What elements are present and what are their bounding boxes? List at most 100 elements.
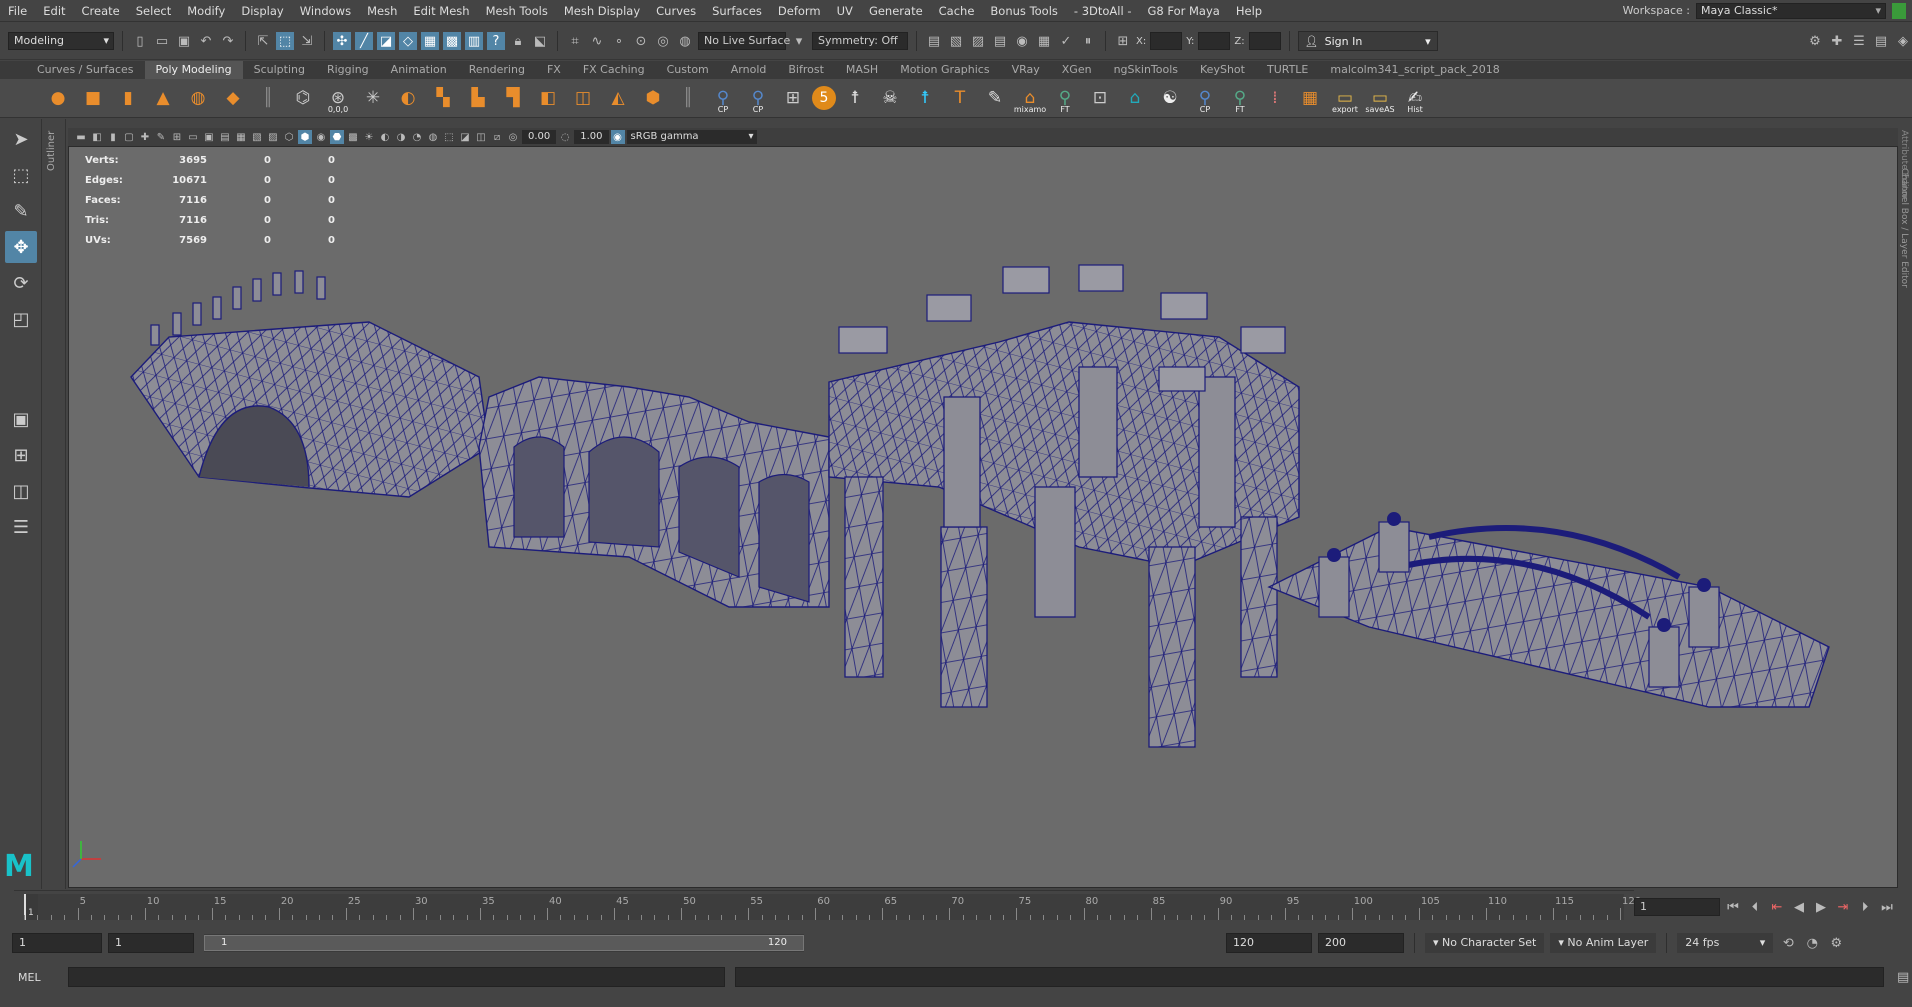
- poly-disc-icon[interactable]: ⌬: [287, 82, 319, 114]
- menu-mesh-tools[interactable]: Mesh Tools: [478, 4, 556, 18]
- render-frame-icon[interactable]: ▤: [925, 32, 943, 50]
- ipr-render-icon[interactable]: ▨: [969, 32, 987, 50]
- menu-3dtoall[interactable]: - 3DtoAll -: [1066, 4, 1140, 18]
- menu-windows[interactable]: Windows: [292, 4, 359, 18]
- tab-sculpting[interactable]: Sculpting: [243, 61, 316, 79]
- poly-cube-icon[interactable]: ■: [77, 82, 109, 114]
- poly-sphere-icon[interactable]: ●: [42, 82, 74, 114]
- modeling-toolkit-icon[interactable]: ⚙: [1806, 32, 1824, 50]
- mixamo-icon[interactable]: ⌂ mixamo: [1014, 82, 1046, 114]
- film-gate-icon[interactable]: ▭: [186, 130, 200, 144]
- go-to-end-icon[interactable]: ⏭︎: [1878, 898, 1896, 916]
- workspace-toggle-icon[interactable]: [1892, 2, 1906, 19]
- skull-icon[interactable]: ☠: [874, 82, 906, 114]
- scale-tool-icon[interactable]: ◰: [5, 303, 37, 335]
- loop-icon[interactable]: ⟲: [1779, 934, 1797, 952]
- misc-mode-icon[interactable]: ▥: [465, 32, 483, 50]
- step-forward-icon[interactable]: ⏵︎: [1856, 898, 1874, 916]
- outliner-collapsed[interactable]: Outliner: [42, 119, 66, 889]
- transform-mode-icon[interactable]: ⊞: [1114, 32, 1132, 50]
- menu-mesh[interactable]: Mesh: [359, 4, 405, 18]
- snap-projected-icon[interactable]: ⊙: [632, 32, 650, 50]
- menu-mesh-display[interactable]: Mesh Display: [556, 4, 648, 18]
- redo-icon[interactable]: ↷: [219, 32, 237, 50]
- menu-display[interactable]: Display: [233, 4, 291, 18]
- new-scene-icon[interactable]: ▯: [131, 32, 149, 50]
- combine-icon[interactable]: ◐: [392, 82, 424, 114]
- open-scene-icon[interactable]: ▭: [153, 32, 171, 50]
- bridge-icon[interactable]: ▜: [497, 82, 529, 114]
- anti-alias-icon[interactable]: ◍: [426, 130, 440, 144]
- ft-icon[interactable]: ⚲ FT: [1049, 82, 1081, 114]
- saveas-icon[interactable]: ▭ saveAS: [1364, 82, 1396, 114]
- menu-surfaces[interactable]: Surfaces: [704, 4, 770, 18]
- joint-icon[interactable]: ☨: [909, 82, 941, 114]
- bool-icon[interactable]: ◫: [567, 82, 599, 114]
- tab-fx[interactable]: FX: [536, 61, 572, 79]
- step-forward-key-icon[interactable]: ⇥: [1834, 898, 1852, 916]
- step-back-key-icon[interactable]: ⇤: [1768, 898, 1786, 916]
- poly-cone-icon[interactable]: ▲: [147, 82, 179, 114]
- 2d-pan-icon[interactable]: ✚: [138, 130, 152, 144]
- cubes-icon[interactable]: ▦: [1294, 82, 1326, 114]
- pause-icon[interactable]: ⏸︎: [1079, 32, 1097, 50]
- tab-motion-graphics[interactable]: Motion Graphics: [889, 61, 1000, 79]
- snap-curve-icon[interactable]: ∿: [588, 32, 606, 50]
- select-object-icon[interactable]: ⬚: [276, 32, 294, 50]
- tab-rendering[interactable]: Rendering: [458, 61, 536, 79]
- menu-modify[interactable]: Modify: [179, 4, 233, 18]
- menu-uv[interactable]: UV: [829, 4, 861, 18]
- anim-layer-dropdown[interactable]: ▾ No Anim Layer: [1550, 933, 1657, 953]
- xray-components-icon[interactable]: ⧄: [490, 130, 504, 144]
- viewport-perspective[interactable]: Verts: 3695 0 0 Edges: 10671 0 0 Faces: 7116 0 0 …: [68, 146, 1898, 888]
- gamma-field[interactable]: 1.00: [574, 130, 609, 144]
- textured-icon[interactable]: ▩: [346, 130, 360, 144]
- cp-pivot-icon[interactable]: ⚲ CP: [707, 82, 739, 114]
- wireframe-icon[interactable]: ⬡: [282, 130, 296, 144]
- menu-select[interactable]: Select: [128, 4, 179, 18]
- menu-g8-for-maya[interactable]: G8 For Maya: [1140, 4, 1228, 18]
- multi-mode-icon[interactable]: ▩: [443, 32, 461, 50]
- smooth-shade-icon[interactable]: ⬢: [298, 130, 312, 144]
- face-mode-icon[interactable]: ◪: [377, 32, 395, 50]
- playback-start-field[interactable]: 1: [108, 933, 194, 953]
- wireframe-on-shaded-icon[interactable]: ◉: [314, 130, 328, 144]
- xray-icon[interactable]: ◪: [458, 130, 472, 144]
- select-component-icon[interactable]: ⇲: [298, 32, 316, 50]
- grease-pencil-icon[interactable]: ✎: [154, 130, 168, 144]
- command-input[interactable]: [67, 967, 726, 987]
- snap-view-plane-icon[interactable]: ◎: [654, 32, 672, 50]
- select-tool-icon[interactable]: ➤: [5, 123, 37, 155]
- script-editor-icon[interactable]: ▤: [1894, 968, 1912, 986]
- ft-2-icon[interactable]: ⚲ FT: [1224, 82, 1256, 114]
- animation-end-field[interactable]: 200: [1318, 933, 1404, 953]
- safe-action-icon[interactable]: ▧: [250, 130, 264, 144]
- four-view-icon[interactable]: ⊞: [5, 439, 37, 471]
- tab-mash[interactable]: MASH: [835, 61, 889, 79]
- cp-pivot-3-icon[interactable]: ⚲ CP: [1189, 82, 1221, 114]
- menu-cache[interactable]: Cache: [931, 4, 983, 18]
- character-set-dropdown[interactable]: ▾ No Character Set: [1425, 933, 1545, 953]
- playback-end-field[interactable]: 120: [1226, 933, 1312, 953]
- tab-keyshot[interactable]: KeyShot: [1189, 61, 1256, 79]
- cp-pivot-2-icon[interactable]: ⚲ CP: [742, 82, 774, 114]
- current-frame-marker[interactable]: 1: [24, 894, 38, 920]
- nodes-icon[interactable]: ⊡: [1084, 82, 1116, 114]
- tab-rigging[interactable]: Rigging: [316, 61, 380, 79]
- z-field[interactable]: [1248, 32, 1281, 50]
- tab-animation[interactable]: Animation: [380, 61, 458, 79]
- render-view-icon[interactable]: ▦: [1035, 32, 1053, 50]
- lights-icon[interactable]: ☀: [362, 130, 376, 144]
- tab-curves-surfaces[interactable]: Curves / Surfaces: [26, 61, 145, 79]
- ambient-occlusion-icon[interactable]: ◑: [394, 130, 408, 144]
- tab-turtle[interactable]: TURTLE: [1256, 61, 1319, 79]
- time-slider[interactable]: 1 5 10 15 20 25 30 35 40 45 50 55 60 65 70 75 80 85 90 95 1…: [14, 890, 1641, 924]
- tab-poly-modeling[interactable]: Poly Modeling: [144, 61, 243, 79]
- save-scene-icon[interactable]: ▣: [175, 32, 193, 50]
- current-frame-field[interactable]: 1: [1634, 898, 1720, 916]
- symmetry-dropdown[interactable]: Symmetry: Off: [812, 32, 908, 50]
- gate-mask-icon[interactable]: ▤: [218, 130, 232, 144]
- color-management-icon[interactable]: ◉: [610, 130, 625, 144]
- color-space-dropdown[interactable]: sRGB gamma: [626, 130, 757, 144]
- lock-icon[interactable]: 🔒︎: [509, 32, 527, 50]
